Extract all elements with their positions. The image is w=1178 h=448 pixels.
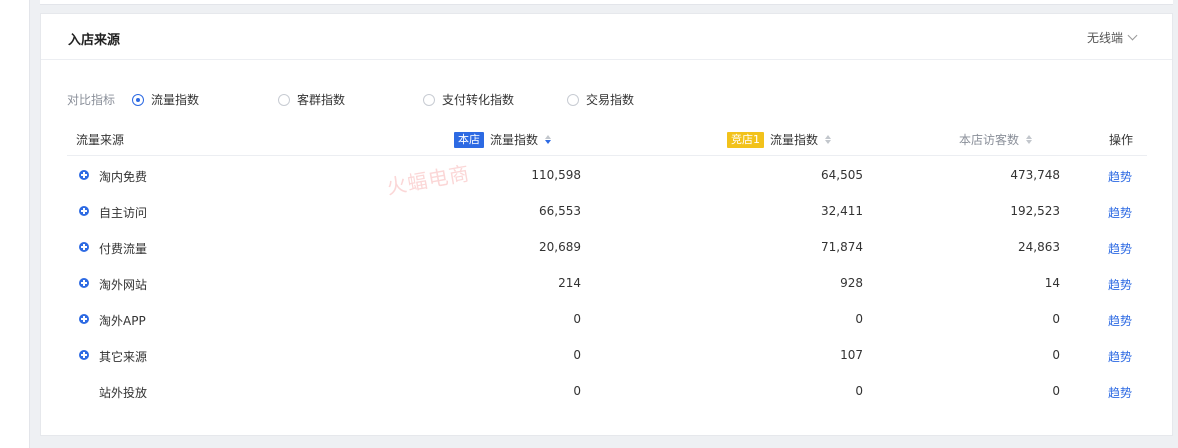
row-source: 淘外APP — [99, 314, 146, 328]
compare-metric-row: 对比指标 流量指数 客群指数 支付转化指数 交易指数 — [67, 91, 1147, 107]
row-visitors-value: 0 — [1052, 312, 1060, 326]
expand-plus-icon[interactable] — [79, 278, 89, 288]
rival-metric-label: 流量指数 — [770, 133, 819, 147]
table-header: 流量来源 本店 流量指数 竞店1 流量指数 本店访客数 操作 — [67, 124, 1147, 156]
row-visitors-value: 0 — [1052, 348, 1060, 362]
radio-icon — [567, 93, 579, 106]
radio-checked-icon — [132, 93, 144, 106]
row-source: 付费流量 — [99, 242, 148, 256]
header-action: 操作 — [1109, 133, 1134, 147]
trend-link[interactable]: 趋势 — [1108, 240, 1132, 257]
expand-plus-icon[interactable] — [79, 206, 89, 216]
card-title: 入店来源 — [68, 33, 121, 48]
left-sidebar-strip — [0, 0, 30, 448]
radio-customer-index[interactable]: 客群指数 — [278, 91, 345, 108]
row-own-value: 0 — [573, 312, 581, 326]
radio-conversion-index[interactable]: 支付转化指数 — [423, 91, 514, 108]
row-visitors-value: 473,748 — [1010, 168, 1060, 182]
sort-desc-icon — [544, 134, 552, 145]
header-visitors[interactable]: 本店访客数 — [959, 131, 1033, 148]
row-own-value: 110,598 — [531, 168, 581, 182]
row-rival-value: 928 — [840, 276, 863, 290]
row-source: 自主访问 — [99, 206, 148, 220]
table-row: 淘外APP 0 0 0 趋势 — [67, 301, 1147, 337]
table-row: 其它来源 0 107 0 趋势 — [67, 337, 1147, 373]
row-source: 站外投放 — [99, 386, 148, 400]
radio-icon — [278, 93, 290, 106]
table-row: 站外投放 0 0 0 趋势 — [67, 373, 1147, 409]
trend-link[interactable]: 趋势 — [1108, 348, 1132, 365]
sort-icon — [824, 134, 832, 145]
table-row: 淘外网站 214 928 14 趋势 — [67, 265, 1147, 301]
table-row: 付费流量 20,689 71,874 24,863 趋势 — [67, 229, 1147, 265]
row-rival-value: 71,874 — [821, 240, 863, 254]
compare-label: 对比指标 — [67, 93, 116, 107]
visitors-label: 本店访客数 — [959, 133, 1020, 147]
row-own-value: 0 — [573, 384, 581, 398]
expand-plus-icon[interactable] — [79, 170, 89, 180]
row-source: 淘内免费 — [99, 170, 148, 184]
row-visitors-value: 0 — [1052, 384, 1060, 398]
card-header: 入店来源 无线端 — [41, 14, 1172, 60]
header-own-metric[interactable]: 本店 流量指数 — [454, 131, 552, 148]
previous-card-edge — [40, 0, 1173, 5]
trend-link[interactable]: 趋势 — [1108, 384, 1132, 401]
radio-label: 客群指数 — [297, 93, 346, 107]
own-store-badge: 本店 — [454, 131, 484, 148]
table-row: 淘内免费 110,598 64,505 473,748 趋势 — [67, 157, 1147, 193]
expand-plus-icon[interactable] — [79, 242, 89, 252]
sort-icon — [1025, 134, 1033, 145]
row-own-value: 0 — [573, 348, 581, 362]
row-own-value: 66,553 — [539, 204, 581, 218]
radio-traffic-index[interactable]: 流量指数 — [132, 91, 199, 108]
chevron-down-icon — [1127, 30, 1138, 41]
row-rival-value: 107 — [840, 348, 863, 362]
row-own-value: 214 — [558, 276, 581, 290]
header-rival-metric[interactable]: 竞店1 流量指数 — [727, 131, 832, 148]
radio-label: 流量指数 — [151, 93, 200, 107]
row-source: 淘外网站 — [99, 278, 148, 292]
radio-icon — [423, 93, 435, 106]
table-row: 自主访问 66,553 32,411 192,523 趋势 — [67, 193, 1147, 229]
trend-link[interactable]: 趋势 — [1108, 168, 1132, 185]
trend-link[interactable]: 趋势 — [1108, 312, 1132, 329]
radio-label: 支付转化指数 — [442, 93, 515, 107]
row-rival-value: 0 — [855, 312, 863, 326]
row-rival-value: 0 — [855, 384, 863, 398]
header-source: 流量来源 — [76, 133, 125, 147]
table-body: 淘内免费 110,598 64,505 473,748 趋势 自主访问 66,5… — [67, 157, 1147, 409]
device-select[interactable]: 无线端 — [1086, 29, 1138, 46]
rival-store-badge: 竞店1 — [727, 131, 764, 148]
trend-link[interactable]: 趋势 — [1108, 204, 1132, 221]
expand-plus-icon[interactable] — [79, 350, 89, 360]
expand-plus-icon[interactable] — [79, 314, 89, 324]
trend-link[interactable]: 趋势 — [1108, 276, 1132, 293]
row-visitors-value: 192,523 — [1010, 204, 1060, 218]
row-visitors-value: 24,863 — [1018, 240, 1060, 254]
radio-trade-index[interactable]: 交易指数 — [567, 91, 634, 108]
own-metric-label: 流量指数 — [490, 133, 539, 147]
row-source: 其它来源 — [99, 350, 148, 364]
radio-label: 交易指数 — [586, 93, 635, 107]
row-rival-value: 32,411 — [821, 204, 863, 218]
row-rival-value: 64,505 — [821, 168, 863, 182]
row-own-value: 20,689 — [539, 240, 581, 254]
device-select-value: 无线端 — [1086, 31, 1123, 45]
row-visitors-value: 14 — [1044, 276, 1060, 290]
